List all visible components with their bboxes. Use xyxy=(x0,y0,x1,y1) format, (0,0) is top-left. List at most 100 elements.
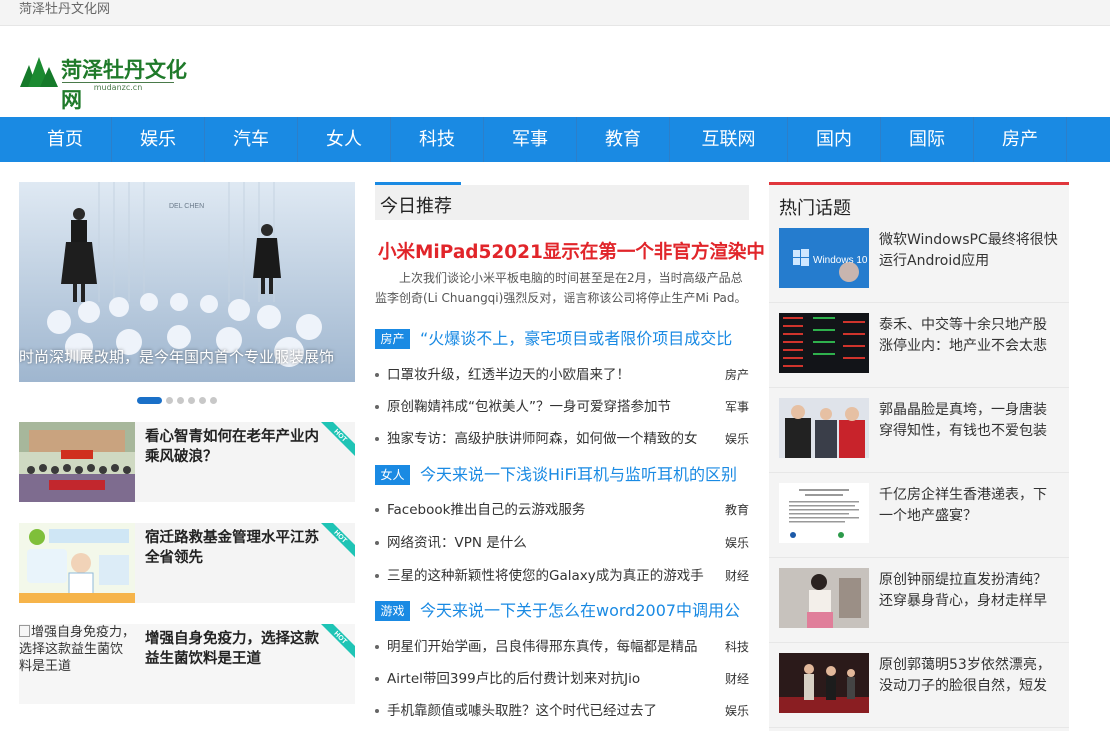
topic-title[interactable]: 郭晶晶脸是真垮，一身唐装穿得知性，有钱也不爱包装 xyxy=(879,400,1059,442)
hot-item-title[interactable]: 看心智青如何在老年产业内乘风破浪？ xyxy=(145,427,331,467)
news-item[interactable]: 手机靠颜值或噱头取胜？这个时代已经过去了 娱乐 xyxy=(375,701,749,721)
woman-photo-thumbnail xyxy=(779,568,869,628)
today-recommend: 今日推荐 小米MiPad52021显示在第一个非官方渲染中 上次我们谈论小米平板… xyxy=(375,182,765,719)
nav-item-auto[interactable]: 汽车 xyxy=(205,117,298,162)
topic-item[interactable]: 泰禾、中交等十余只地产股涨停业内：地产业不会太悲 xyxy=(769,303,1069,388)
hot-item[interactable]: 看心智青如何在老年产业内乘风破浪？ HOT xyxy=(19,422,355,502)
bullet-icon xyxy=(375,405,379,409)
hot-item[interactable]: 宿迁路救基金管理水平江苏全省领先 HOT xyxy=(19,523,355,603)
news-title[interactable]: 原创鞠婧祎成“包袱美人”？一身可爱穿搭参加节 xyxy=(387,397,717,417)
hot-item-title[interactable]: 增强自身免疫力，选择这款益生菌饮料是王道 xyxy=(145,629,331,669)
news-category[interactable]: 教育 xyxy=(725,500,749,520)
category-row: 房产 “火爆谈不上，豪宅项目或者限价项目成交比 xyxy=(375,327,749,351)
slider-dot[interactable] xyxy=(188,397,195,404)
news-category[interactable]: 财经 xyxy=(725,566,749,586)
hot-badge-icon: HOT xyxy=(321,624,355,658)
news-title[interactable]: 口罩妆升级，红透半边天的小欧眉来了！ xyxy=(387,365,717,385)
topic-title[interactable]: 原创钟丽缇拉直发扮清纯？还穿暴身背心，身材走样早 xyxy=(879,570,1059,612)
today-header: 今日推荐 xyxy=(375,182,749,220)
hot-item-title[interactable]: 宿迁路救基金管理水平江苏全省领先 xyxy=(145,528,331,568)
news-category[interactable]: 财经 xyxy=(725,669,749,689)
nav-item-home[interactable]: 首页 xyxy=(19,117,112,162)
svg-text:DEL CHEN: DEL CHEN xyxy=(169,203,204,210)
news-item[interactable]: 三星的这种新颖性将使您的Galaxy成为真正的游戏手 财经 xyxy=(375,566,749,586)
nav-item-domestic[interactable]: 国内 xyxy=(788,117,881,162)
news-item[interactable]: 明星们开始学画，吕良伟得邢东真传，每幅都是精品 科技 xyxy=(375,637,749,657)
news-title[interactable]: 手机靠颜值或噱头取胜？这个时代已经过去了 xyxy=(387,701,717,721)
broken-image-alt: 增强自身免疫力，选择这款益生菌饮料是王道 xyxy=(19,624,135,675)
news-category[interactable]: 科技 xyxy=(725,637,749,657)
bullet-icon xyxy=(375,437,379,441)
nav-item-internet[interactable]: 互联网 xyxy=(670,117,788,162)
main-nav: 首页 娱乐 汽车 女人 科技 军事 教育 互联网 国内 国际 房产 xyxy=(0,117,1110,162)
category-tag[interactable]: 房产 xyxy=(375,329,410,349)
bullet-icon xyxy=(375,709,379,713)
bullet-icon xyxy=(375,373,379,377)
hot-item[interactable]: 增强自身免疫力，选择这款益生菌饮料是王道 增强自身免疫力，选择这款益生菌饮料是王… xyxy=(19,624,355,704)
topic-item[interactable]: 原创钟丽缇拉直发扮清纯？还穿暴身背心，身材走样早 xyxy=(769,558,1069,643)
logo-subtitle: mudanzc.cn xyxy=(62,82,174,93)
slider-dot[interactable] xyxy=(177,397,184,404)
section-title: 热门话题 xyxy=(779,198,851,219)
news-title[interactable]: Airtel带回399卢比的后付费计划来对抗Jio xyxy=(387,669,717,689)
nav-item-military[interactable]: 军事 xyxy=(484,117,577,162)
news-title[interactable]: Facebook推出自己的云游戏服务 xyxy=(387,500,717,520)
slider-dot[interactable] xyxy=(210,397,217,404)
topic-item[interactable]: 原创郭蔼明53岁依然漂亮，没动刀子的脸很自然，短发 xyxy=(769,643,1069,728)
category-headline[interactable]: “火爆谈不上，豪宅项目或者限价项目成交比 xyxy=(420,327,749,351)
topic-title[interactable]: 原创郭蔼明53岁依然漂亮，没动刀子的脸很自然，短发 xyxy=(879,655,1059,697)
news-category[interactable]: 娱乐 xyxy=(725,533,749,553)
news-category[interactable]: 军事 xyxy=(725,397,749,417)
news-title[interactable]: 独家专访：高级护肤讲师阿森，如何做一个精致的女 xyxy=(387,429,717,449)
mountain-logo-icon xyxy=(20,57,58,87)
bullet-icon xyxy=(375,508,379,512)
topic-title[interactable]: 微软WindowsPC最终将很快运行Android应用 xyxy=(879,230,1059,272)
header: 菏泽牡丹文化网 mudanzc.cn xyxy=(0,26,1110,116)
slider-dot[interactable] xyxy=(199,397,206,404)
slider-dot-active[interactable] xyxy=(137,397,162,404)
bullet-icon xyxy=(375,677,379,681)
document-thumbnail xyxy=(779,483,869,543)
bullet-icon xyxy=(375,574,379,578)
news-item[interactable]: 原创鞠婧祎成“包袱美人”？一身可爱穿搭参加节 军事 xyxy=(375,397,749,417)
category-tag[interactable]: 游戏 xyxy=(375,601,410,621)
category-headline[interactable]: 今天来说一下关于怎么在word2007中调用公 xyxy=(420,599,749,623)
news-title[interactable]: 网络资讯：VPN 是什么 xyxy=(387,533,717,553)
news-category[interactable]: 娱乐 xyxy=(725,429,749,449)
category-row: 女人 今天来说一下浅谈HiFi耳机与监听耳机的区别 xyxy=(375,463,749,487)
news-item[interactable]: Facebook推出自己的云游戏服务 教育 xyxy=(375,500,749,520)
topic-title[interactable]: 泰禾、中交等十余只地产股涨停业内：地产业不会太悲 xyxy=(879,315,1059,357)
news-title[interactable]: 三星的这种新颖性将使您的Galaxy成为真正的游戏手 xyxy=(387,566,717,586)
hot-topics: 热门话题 Windows 10 微软WindowsPC最终将很快运行Androi… xyxy=(769,182,1069,731)
category-tag[interactable]: 女人 xyxy=(375,465,410,485)
medical-poster-image xyxy=(19,523,135,603)
topic-item[interactable]: Windows 10 微软WindowsPC最终将很快运行Android应用 xyxy=(769,218,1069,303)
headline-link[interactable]: 小米MiPad52021显示在第一个非官方渲染中 xyxy=(378,238,765,264)
site-name-text: 菏泽牡丹文化网 xyxy=(19,2,111,17)
news-item[interactable]: Airtel带回399卢比的后付费计划来对抗Jio 财经 xyxy=(375,669,749,689)
news-item[interactable]: 口罩妆升级，红透半边天的小欧眉来了！ 房产 xyxy=(375,365,749,385)
nav-item-education[interactable]: 教育 xyxy=(577,117,670,162)
slider-dots xyxy=(137,397,217,404)
news-item[interactable]: 独家专访：高级护肤讲师阿森，如何做一个精致的女 娱乐 xyxy=(375,429,749,449)
slider-caption[interactable]: 时尚深圳展改期，是今年国内首个专业服装展饰 xyxy=(19,346,355,367)
nav-item-women[interactable]: 女人 xyxy=(298,117,391,162)
news-item[interactable]: 网络资讯：VPN 是什么 娱乐 xyxy=(375,533,749,553)
nav-item-tech[interactable]: 科技 xyxy=(391,117,484,162)
news-category[interactable]: 娱乐 xyxy=(725,701,749,721)
bullet-icon xyxy=(375,541,379,545)
news-category[interactable]: 房产 xyxy=(725,365,749,385)
nav-item-realestate[interactable]: 房产 xyxy=(974,117,1067,162)
stock-board-thumbnail xyxy=(779,313,869,373)
windows-thumbnail: Windows 10 xyxy=(779,228,869,288)
category-headline[interactable]: 今天来说一下浅谈HiFi耳机与监听耳机的区别 xyxy=(420,463,749,487)
logo[interactable]: 菏泽牡丹文化网 mudanzc.cn xyxy=(20,53,190,112)
topic-item[interactable]: 郭晶晶脸是真垮，一身唐装穿得知性，有钱也不爱包装 xyxy=(769,388,1069,473)
topic-item[interactable]: 千亿房企祥生香港递表，下一个地产盛宴？ xyxy=(769,473,1069,558)
news-title[interactable]: 明星们开始学画，吕良伟得邢东真传，每幅都是精品 xyxy=(387,637,717,657)
nav-item-international[interactable]: 国际 xyxy=(881,117,974,162)
slider-dot[interactable] xyxy=(166,397,173,404)
image-slider[interactable]: DEL CHEN 时尚深圳展改期，是今年国内首个专业服装展饰 xyxy=(19,182,355,382)
nav-item-entertainment[interactable]: 娱乐 xyxy=(112,117,205,162)
topic-title[interactable]: 千亿房企祥生香港递表，下一个地产盛宴？ xyxy=(879,485,1059,527)
